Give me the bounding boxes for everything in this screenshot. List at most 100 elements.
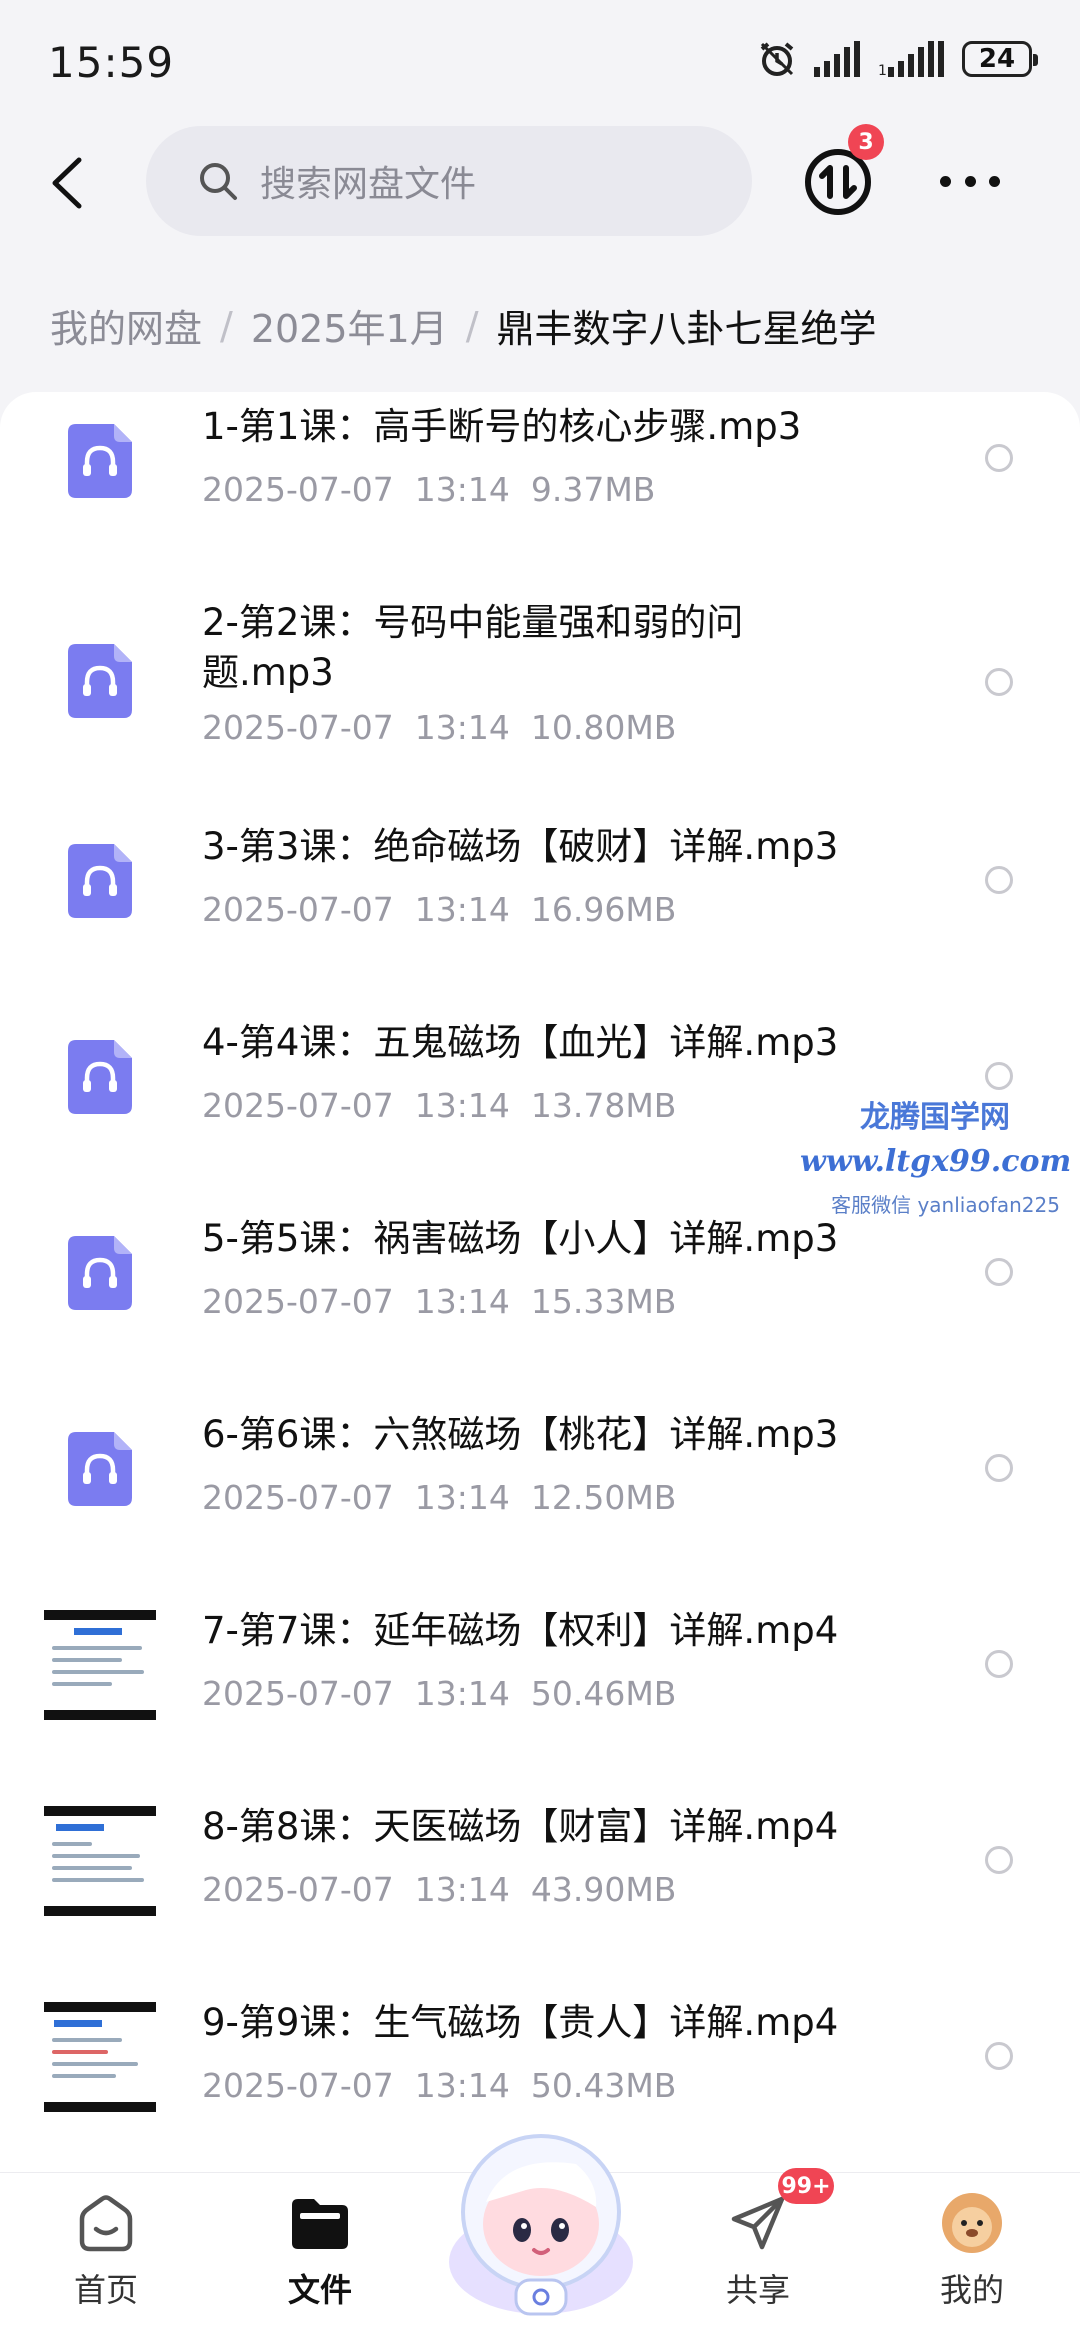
- file-name: 2-第2课：号码中能量强和弱的问题.mp3: [202, 601, 744, 694]
- file-size: 50.46MB: [530, 1674, 677, 1713]
- thumbnail-decor: [56, 1824, 104, 1831]
- file-name: 7-第7课：延年磁场【权利】详解.mp4: [202, 1609, 839, 1652]
- alarm-icon: [760, 42, 794, 76]
- more-dot: [964, 175, 976, 187]
- thumbnail-decor: [52, 2050, 108, 2054]
- file-meta: 2025-07-07 13:14 50.43MB: [202, 2066, 676, 2105]
- file-date: 2025-07-07: [202, 1086, 394, 1125]
- more-dot: [989, 175, 1000, 187]
- more-options-button[interactable]: [940, 158, 1000, 204]
- file-time: 13:14: [414, 470, 510, 509]
- select-checkbox[interactable]: [985, 1454, 1013, 1482]
- breadcrumb-separator: /: [465, 303, 479, 348]
- watermark-line-1: 龙腾国学网: [860, 1100, 1010, 1135]
- file-name: 5-第5课：祸害磁场【小人】详解.mp3: [202, 1217, 839, 1260]
- select-checkbox[interactable]: [985, 866, 1013, 894]
- file-list: 1-第1课：高手断号的核心步骤.mp3 2025-07-07 13:14 9.3…: [0, 392, 1080, 2172]
- file-time: 13:14: [414, 1086, 510, 1125]
- audio-file-icon: [68, 1040, 132, 1114]
- file-meta: 2025-07-07 13:14 16.96MB: [202, 890, 676, 929]
- back-button[interactable]: [38, 148, 94, 218]
- audio-file-icon: [68, 644, 132, 718]
- file-time: 13:14: [414, 2066, 510, 2105]
- file-time: 13:14: [414, 1674, 510, 1713]
- share-icon: [731, 2196, 785, 2250]
- share-badge: 99+: [778, 2168, 834, 2204]
- breadcrumb-parent[interactable]: 2025年1月: [251, 298, 448, 353]
- thumbnail-decor: [52, 1842, 92, 1846]
- file-meta: 2025-07-07 13:14 9.37MB: [202, 470, 655, 509]
- thumbnail-decor: [74, 1628, 122, 1635]
- file-date: 2025-07-07: [202, 890, 394, 929]
- file-date: 2025-07-07: [202, 470, 394, 509]
- file-meta: 2025-07-07 13:14 10.80MB: [202, 708, 676, 747]
- chevron-left-icon: [52, 157, 82, 209]
- thumbnail-decor: [52, 2074, 116, 2078]
- file-time: 13:14: [414, 1282, 510, 1321]
- file-size: 43.90MB: [530, 1870, 677, 1909]
- assistant-mascot[interactable]: [436, 2112, 646, 2322]
- breadcrumb-current: 鼎丰数字八卦七星绝学: [496, 307, 877, 351]
- file-date: 2025-07-07: [202, 1870, 394, 1909]
- file-meta: 2025-07-07 13:14 13.78MB: [202, 1086, 676, 1125]
- select-checkbox[interactable]: [985, 1650, 1013, 1678]
- file-meta: 2025-07-07 13:14 12.50MB: [202, 1478, 676, 1517]
- file-size: 10.80MB: [530, 708, 677, 747]
- nav-label: 共享: [725, 2271, 790, 2309]
- video-thumbnail: [44, 1610, 156, 1720]
- nav-files[interactable]: 文件: [250, 2191, 390, 2311]
- breadcrumb-root[interactable]: 我的网盘: [50, 298, 202, 353]
- thumbnail-decor: [52, 2062, 138, 2066]
- file-date: 2025-07-07: [202, 708, 394, 747]
- file-time: 13:14: [414, 1870, 510, 1909]
- select-checkbox[interactable]: [985, 2042, 1013, 2070]
- signal-2-icon: 1: [878, 41, 944, 77]
- thumbnail-decor: [52, 1658, 122, 1662]
- select-checkbox[interactable]: [985, 1258, 1013, 1286]
- file-name: 8-第8课：天医磁场【财富】详解.mp4: [202, 1805, 839, 1848]
- select-checkbox[interactable]: [985, 1062, 1013, 1090]
- nav-share[interactable]: 共享: [688, 2191, 828, 2311]
- thumbnail-decor: [52, 1646, 142, 1650]
- battery-level: 24: [978, 44, 1016, 74]
- file-size: 16.96MB: [530, 890, 677, 929]
- select-checkbox[interactable]: [985, 444, 1013, 472]
- status-time: 15:59: [48, 38, 175, 87]
- breadcrumb: 我的网盘 / 2025年1月 / 鼎丰数字八卦七星绝学: [50, 298, 877, 353]
- breadcrumb-separator: /: [220, 303, 233, 348]
- file-date: 2025-07-07: [202, 1282, 394, 1321]
- file-name: 3-第3课：绝命磁场【破财】详解.mp3: [202, 825, 839, 868]
- more-dot: [940, 175, 951, 187]
- file-time: 13:14: [414, 1478, 510, 1517]
- status-bar: 15:59 1 24: [0, 0, 1080, 120]
- thumbnail-decor: [52, 2038, 122, 2042]
- file-date: 2025-07-07: [202, 2066, 394, 2105]
- thumbnail-decor: [52, 1878, 144, 1882]
- search-placeholder: 搜索网盘文件: [260, 164, 477, 205]
- file-size: 12.50MB: [530, 1478, 677, 1517]
- file-size: 13.78MB: [530, 1086, 677, 1125]
- search-input[interactable]: 搜索网盘文件: [146, 126, 752, 236]
- select-checkbox[interactable]: [985, 668, 1013, 696]
- select-checkbox[interactable]: [985, 1846, 1013, 1874]
- file-name: 4-第4课：五鬼磁场【血光】详解.mp3: [202, 1021, 839, 1064]
- file-meta: 2025-07-07 13:14 43.90MB: [202, 1870, 676, 1909]
- avatar: [942, 2193, 1002, 2253]
- signal-icon: [814, 41, 860, 77]
- folder-icon: [292, 2199, 348, 2249]
- audio-file-icon: [68, 1236, 132, 1310]
- nav-profile[interactable]: 我的: [902, 2191, 1042, 2311]
- thumbnail-decor: [52, 1866, 132, 1870]
- file-name: 6-第6课：六煞磁场【桃花】详解.mp3: [202, 1413, 839, 1456]
- nav-home[interactable]: 首页: [36, 2191, 176, 2311]
- file-date: 2025-07-07: [202, 1478, 394, 1517]
- file-date: 2025-07-07: [202, 1674, 394, 1713]
- thumbnail-decor: [52, 1854, 140, 1858]
- file-size: 9.37MB: [530, 470, 656, 509]
- file-size: 15.33MB: [530, 1282, 677, 1321]
- video-thumbnail: [44, 2002, 156, 2112]
- video-thumbnail: [44, 1806, 156, 1916]
- file-name: 1-第1课：高手断号的核心步骤.mp3: [202, 405, 802, 448]
- watermark-line-2: www.ltgx99.com: [800, 1144, 1072, 1179]
- thumbnail-decor: [52, 1682, 112, 1686]
